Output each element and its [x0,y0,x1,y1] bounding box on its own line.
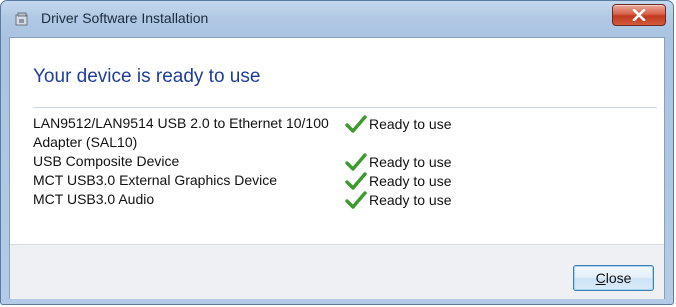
title-bar[interactable]: Driver Software Installation [1,1,673,35]
close-button[interactable]: Close [573,265,654,291]
list-item: MCT USB3.0 Audio Ready to use [33,190,633,209]
dialog-footer: Close [10,244,664,299]
dialog-content: Your device is ready to use LAN9512/LAN9… [9,37,665,299]
list-item: MCT USB3.0 External Graphics Device Read… [33,171,633,190]
device-status: Ready to use [345,152,452,172]
check-icon [345,153,367,171]
device-list: LAN9512/LAN9514 USB 2.0 to Ethernet 10/1… [33,114,633,209]
window-title: Driver Software Installation [41,10,209,26]
device-name: LAN9512/LAN9514 USB 2.0 to Ethernet 10/1… [33,115,329,150]
device-status: Ready to use [345,114,452,134]
check-icon [345,191,367,209]
device-name: USB Composite Device [33,153,180,169]
window-close-button[interactable] [612,4,666,26]
check-icon [345,172,367,190]
status-text: Ready to use [369,153,452,170]
close-button-mnemonic: C [595,270,606,286]
check-icon [345,115,367,133]
close-icon [632,9,646,21]
list-item: USB Composite Device Ready to use [33,152,633,171]
divider [33,107,657,108]
driver-package-icon [15,12,28,26]
close-button-label: lose [605,270,632,286]
status-text: Ready to use [369,191,452,208]
device-status: Ready to use [345,190,452,210]
device-name: MCT USB3.0 Audio [33,191,155,207]
page-title: Your device is ready to use [33,66,261,87]
status-text: Ready to use [369,115,452,132]
list-item: LAN9512/LAN9514 USB 2.0 to Ethernet 10/1… [33,114,633,152]
status-text: Ready to use [369,172,452,189]
driver-install-dialog: Driver Software Installation Your device… [0,0,674,305]
device-name: MCT USB3.0 External Graphics Device [33,172,278,188]
device-status: Ready to use [345,171,452,191]
